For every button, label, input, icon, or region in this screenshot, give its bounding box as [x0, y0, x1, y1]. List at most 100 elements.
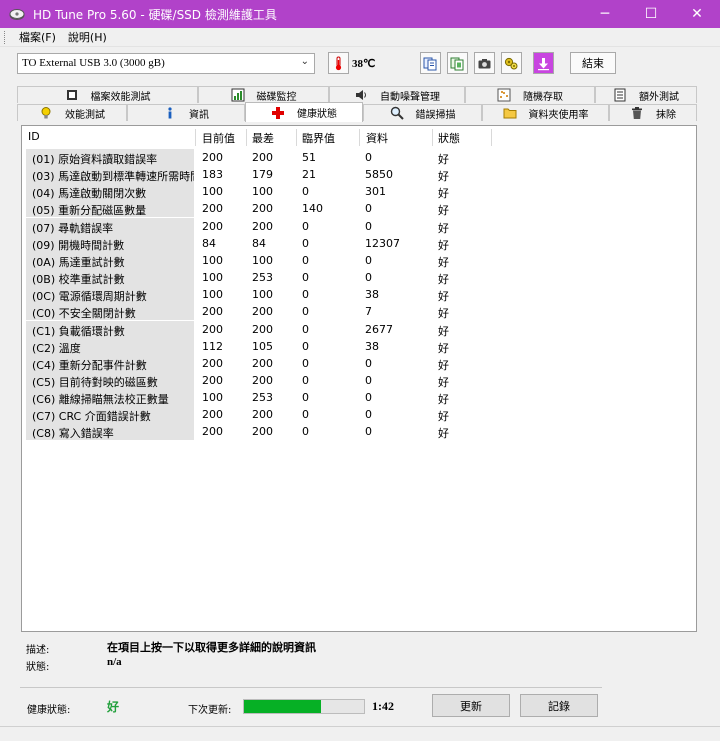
- maximize-button[interactable]: ☐: [628, 0, 674, 28]
- cell-status: 好: [438, 358, 449, 372]
- refresh-button[interactable]: 更新: [432, 694, 510, 717]
- table-row[interactable]: (C5) 目前待對映的磁區數 200 200 0 0 好: [22, 371, 696, 389]
- cell-status: 好: [438, 427, 449, 441]
- cell-attribute: (C0) 不安全關閉計數: [26, 303, 194, 321]
- tab-acoustic-management[interactable]: 自動噪聲管理: [329, 86, 465, 103]
- cell-worst: 253: [252, 271, 273, 285]
- table-row[interactable]: (C1) 負載循環計數 200 200 0 2677 好: [22, 320, 696, 338]
- tab-label: 額外測試: [639, 91, 679, 103]
- column-header-current[interactable]: 目前值: [202, 129, 235, 146]
- tab-info[interactable]: 資訊: [127, 104, 245, 121]
- tab-label: 資訊: [189, 109, 209, 121]
- table-row[interactable]: (0B) 校準重試計數 100 253 0 0 好: [22, 269, 696, 287]
- cell-current: 200: [202, 202, 223, 216]
- close-button[interactable]: ✕: [674, 0, 720, 28]
- cell-attribute: (0B) 校準重試計數: [26, 269, 194, 287]
- menu-file[interactable]: 檔案(F): [13, 29, 62, 45]
- cell-attribute: (C4) 重新分配事件計數: [26, 354, 194, 372]
- column-header-threshold[interactable]: 臨界值: [302, 129, 335, 146]
- status-value: n/a: [107, 656, 122, 668]
- screenshot-button[interactable]: [474, 52, 495, 74]
- cell-data: 7: [365, 305, 372, 319]
- column-divider[interactable]: [491, 129, 492, 146]
- tab-disk-monitor[interactable]: 磁碟監控: [198, 86, 329, 103]
- tab-erase[interactable]: 抹除: [609, 104, 697, 121]
- table-row[interactable]: (C7) CRC 介面錯誤計數 200 200 0 0 好: [22, 406, 696, 424]
- cell-attribute: (C2) 溫度: [26, 337, 194, 355]
- title-bar: HD Tune Pro 5.60 - 硬碟/SSD 檢測維護工具 ─ ☐ ✕: [0, 0, 720, 28]
- column-divider[interactable]: [246, 129, 247, 146]
- column-header-worst[interactable]: 最差: [252, 129, 274, 146]
- thermometer-button[interactable]: [328, 52, 349, 74]
- column-divider[interactable]: [432, 129, 433, 146]
- tab-extra-tests[interactable]: 額外測試: [595, 86, 697, 103]
- tab-file-benchmark[interactable]: 檔案效能測試: [17, 86, 198, 103]
- smart-table[interactable]: ID 目前值 最差 臨界值 資料 狀態 (01) 原始資料讀取錯誤率 200 200…: [21, 125, 697, 632]
- table-row[interactable]: (C2) 溫度 112 105 0 38 好: [22, 337, 696, 355]
- random-access-icon: [497, 88, 511, 102]
- minimize-button[interactable]: ─: [582, 0, 628, 28]
- menu-help[interactable]: 說明(H): [62, 29, 113, 45]
- drive-select[interactable]: TO External USB 3.0 (3000 gB) ⌄: [17, 53, 315, 74]
- cell-threshold: 21: [302, 168, 316, 182]
- table-row[interactable]: (0A) 馬達重試計數 100 100 0 0 好: [22, 251, 696, 269]
- window-title: HD Tune Pro 5.60 - 硬碟/SSD 檢測維護工具: [33, 7, 277, 22]
- cell-threshold: 0: [302, 236, 309, 250]
- cell-data: 0: [365, 202, 372, 216]
- copy-text-button[interactable]: [420, 52, 441, 74]
- exit-button[interactable]: 結束: [570, 52, 616, 74]
- status-label: 狀態:: [26, 662, 50, 673]
- options-button[interactable]: [501, 52, 522, 74]
- tab-health[interactable]: 健康狀態: [245, 102, 363, 122]
- table-row[interactable]: (C8) 寫入錯誤率 200 200 0 0 好: [22, 423, 696, 441]
- cell-current: 200: [202, 151, 223, 164]
- cell-data: 38: [365, 339, 379, 353]
- cell-current: 100: [202, 271, 223, 285]
- health-status-value: 好: [107, 700, 120, 714]
- thermometer-icon: [331, 56, 346, 71]
- table-row[interactable]: (C4) 重新分配事件計數 200 200 0 0 好: [22, 354, 696, 372]
- progress-fill: [244, 700, 321, 713]
- cell-worst: 200: [252, 219, 273, 233]
- cell-status: 好: [438, 324, 449, 338]
- tab-error-scan[interactable]: 錯誤掃描: [363, 104, 482, 121]
- cell-attribute: (C5) 目前待對映的磁區數: [26, 371, 194, 389]
- cell-status: 好: [438, 375, 449, 389]
- save-download-button[interactable]: [533, 52, 554, 74]
- table-row[interactable]: (04) 馬達啟動關閉次數 100 100 0 301 好: [22, 183, 696, 201]
- cell-status: 好: [438, 170, 449, 184]
- column-header-id[interactable]: ID: [28, 129, 40, 146]
- table-row[interactable]: (07) 尋軌錯誤率 200 200 0 0 好: [22, 217, 696, 235]
- cell-current: 84: [202, 236, 216, 250]
- tab-random-access[interactable]: 隨機存取: [465, 86, 595, 103]
- table-row[interactable]: (C6) 離線掃瞄無法校正數量 100 253 0 0 好: [22, 389, 696, 407]
- column-divider[interactable]: [359, 129, 360, 146]
- temperature-readout: 38℃: [352, 58, 376, 70]
- table-row[interactable]: (03) 馬達啟動到標準轉速所需時間 183 179 21 5850 好: [22, 166, 696, 184]
- column-divider[interactable]: [195, 129, 196, 146]
- table-row[interactable]: (09) 開機時間計數 84 84 0 12307 好: [22, 234, 696, 252]
- column-header-data[interactable]: 資料: [366, 129, 388, 146]
- menu-grip: [4, 30, 7, 44]
- column-header-status[interactable]: 狀態: [438, 129, 460, 146]
- tab-folder-usage[interactable]: 資料夾使用率: [482, 104, 609, 121]
- table-row[interactable]: (0C) 電源循環周期計數 100 100 0 38 好: [22, 286, 696, 304]
- cell-threshold: 0: [302, 356, 309, 370]
- tab-label: 資料夾使用率: [528, 109, 589, 121]
- cell-attribute: (05) 重新分配磁區數量: [26, 200, 194, 218]
- log-button[interactable]: 記錄: [520, 694, 598, 717]
- table-row[interactable]: (05) 重新分配磁區數量 200 200 140 0 好: [22, 200, 696, 218]
- table-row[interactable]: (01) 原始資料讀取錯誤率 200 200 51 0 好: [22, 149, 696, 166]
- cell-current: 100: [202, 185, 223, 199]
- copy-screen-icon: [450, 56, 465, 71]
- info-icon: [163, 106, 177, 120]
- cell-status: 好: [438, 255, 449, 269]
- table-row[interactable]: (C0) 不安全關閉計數 200 200 0 7 好: [22, 303, 696, 321]
- cell-current: 100: [202, 253, 223, 267]
- copy-screen-button[interactable]: [447, 52, 468, 74]
- cell-threshold: 0: [302, 408, 309, 422]
- column-divider[interactable]: [296, 129, 297, 146]
- tab-benchmark[interactable]: 效能測試: [17, 104, 127, 121]
- cell-worst: 105: [252, 339, 273, 353]
- cell-data: 0: [365, 391, 372, 405]
